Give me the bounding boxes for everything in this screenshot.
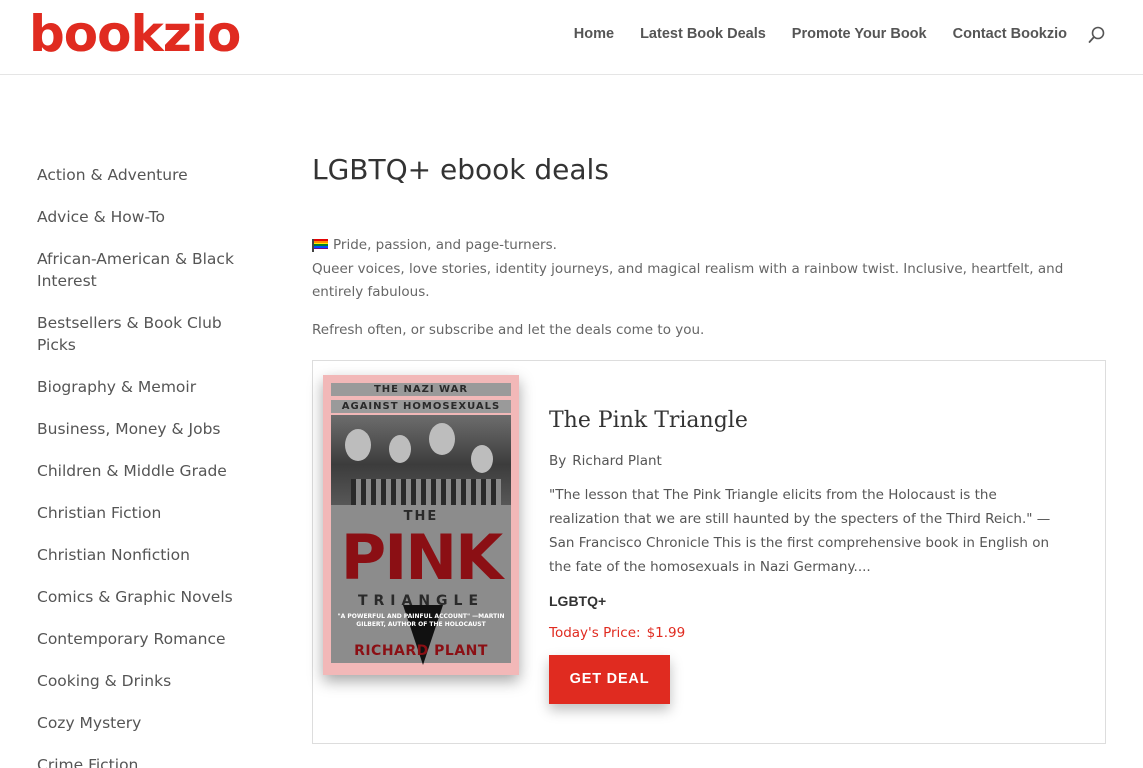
cover-lower-panel: THE PINK TRIANGLE "A POWERFUL AND PAINFU…	[331, 505, 511, 665]
category-biography-memoir[interactable]: Biography & Memoir	[37, 376, 257, 398]
category-cooking-drinks[interactable]: Cooking & Drinks	[37, 670, 257, 692]
nav-promote-your-book[interactable]: Promote Your Book	[792, 24, 927, 44]
category-christian-nonfiction[interactable]: Christian Nonfiction	[37, 544, 257, 566]
book-genre: LGBTQ+	[549, 593, 607, 609]
category-christian-fiction[interactable]: Christian Fiction	[37, 502, 257, 524]
main-nav: Home Latest Book Deals Promote Your Book…	[574, 24, 1067, 44]
by-label: By	[549, 453, 567, 469]
get-deal-button[interactable]: GET DEAL	[549, 655, 670, 704]
nav-latest-book-deals[interactable]: Latest Book Deals	[640, 24, 766, 44]
book-description: "The lesson that The Pink Triangle elici…	[549, 487, 1051, 575]
intro-text: Pride, passion, and page-turners. Queer …	[312, 234, 1106, 342]
cover-quote: "A POWERFUL AND PAINFUL ACCOUNT" —MARTIN…	[337, 613, 505, 628]
book-title[interactable]: The Pink Triangle	[549, 401, 1069, 441]
site-header: bookzio Home Latest Book Deals Promote Y…	[0, 0, 1143, 75]
cover-subtitle-line2: AGAINST HOMOSEXUALS	[331, 400, 511, 413]
category-comics[interactable]: Comics & Graphic Novels	[37, 586, 257, 608]
site-logo[interactable]: bookzio	[29, 4, 241, 64]
intro-tagline: Pride, passion, and page-turners.	[333, 237, 557, 253]
nav-contact-bookzio[interactable]: Contact Bookzio	[953, 24, 1067, 44]
category-action-adventure[interactable]: Action & Adventure	[37, 164, 257, 186]
book-price: Today's Price: $1.99	[549, 623, 1069, 643]
category-cozy-mystery[interactable]: Cozy Mystery	[37, 712, 257, 734]
price-label: Today's Price:	[549, 625, 641, 641]
category-sidebar: Action & Adventure Advice & How-To Afric…	[37, 164, 257, 768]
category-bestsellers[interactable]: Bestsellers & Book Club Picks	[37, 312, 257, 356]
page-title: LGBTQ+ ebook deals	[312, 153, 609, 186]
category-crime-fiction[interactable]: Crime Fiction	[37, 754, 257, 768]
category-african-american[interactable]: African-American & Black Interest	[37, 248, 257, 292]
book-cover[interactable]: THE NAZI WAR AGAINST HOMOSEXUALS THE PIN…	[323, 375, 519, 675]
cover-author: RICHARD PLANT	[354, 643, 488, 659]
cover-photo	[331, 415, 511, 505]
search-icon[interactable]	[1087, 25, 1107, 45]
category-children[interactable]: Children & Middle Grade	[37, 460, 257, 482]
cover-subtitle-line1: THE NAZI WAR	[331, 383, 511, 396]
book-author: Richard Plant	[572, 453, 662, 469]
book-author-line: By Richard Plant	[549, 451, 1069, 471]
main-content: LGBTQ+ ebook deals Pride, passion, and p…	[312, 150, 1106, 744]
nav-home[interactable]: Home	[574, 24, 614, 44]
cover-pink: PINK	[340, 521, 503, 594]
book-deal-card: THE NAZI WAR AGAINST HOMOSEXUALS THE PIN…	[312, 360, 1106, 744]
intro-refresh: Refresh often, or subscribe and let the …	[312, 321, 705, 338]
book-info: The Pink Triangle By Richard Plant "The l…	[549, 401, 1069, 704]
category-advice-how-to[interactable]: Advice & How-To	[37, 206, 257, 228]
category-contemporary-romance[interactable]: Contemporary Romance	[37, 628, 257, 650]
price-amount: $1.99	[646, 625, 686, 641]
intro-description: Queer voices, love stories, identity jou…	[312, 260, 1064, 301]
category-business[interactable]: Business, Money & Jobs	[37, 418, 257, 440]
rainbow-flag-icon	[312, 239, 328, 253]
